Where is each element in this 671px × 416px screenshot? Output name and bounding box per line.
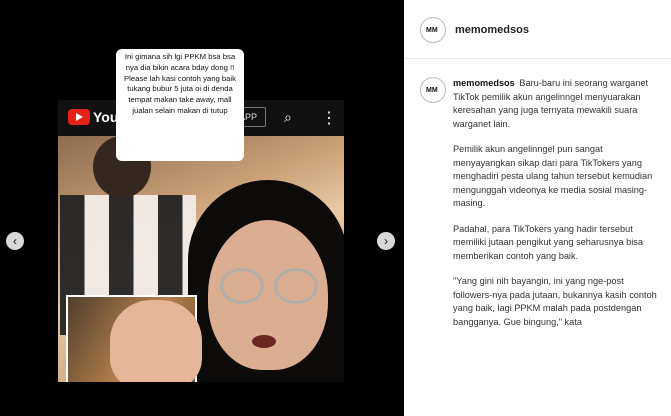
chevron-left-icon: ‹: [13, 234, 17, 248]
post-caption-comment: memomedsos Baru-baru ini seorang wargane…: [453, 77, 663, 341]
caption-paragraph-2: Pemilik akun angelinngel pun sangat meny…: [453, 144, 653, 208]
caption-paragraph-3: Padahal, para TikTokers yang hadir terse…: [453, 223, 643, 261]
glasses-right-lens: [274, 268, 318, 304]
video-caption-overlay: Ini gimana sih lgi PPKM bsa bsa nya dia …: [116, 49, 244, 161]
caption-paragraph-4: "Yang gini nih bayangin, ini yang nge-po…: [453, 276, 657, 327]
next-slide-button[interactable]: ›: [377, 232, 395, 250]
post-detail-panel: MM memomedsos MM memomedsos Baru-baru in…: [404, 0, 671, 416]
youtube-logo-icon: [68, 109, 90, 125]
caption-paragraph-1: memomedsos Baru-baru ini seorang wargane…: [453, 77, 663, 131]
woman-mouth: [252, 335, 276, 348]
previous-slide-button[interactable]: ‹: [6, 232, 24, 250]
comment-avatar[interactable]: MM: [420, 77, 446, 103]
glasses-left-lens: [220, 268, 264, 304]
more-options-icon[interactable]: ⋮: [321, 108, 337, 128]
raised-hand: [110, 300, 202, 382]
post-media-area: YouTube APP ⌕ ⋮ Ini gimana sih lgi PPKM …: [0, 0, 404, 416]
chevron-right-icon: ›: [384, 234, 388, 248]
post-header: MM memomedsos: [404, 0, 671, 59]
avatar-logo-text: MM: [426, 87, 438, 94]
account-avatar[interactable]: MM: [420, 17, 446, 43]
comment-username[interactable]: memomedsos: [453, 78, 515, 88]
search-icon[interactable]: ⌕: [284, 109, 298, 125]
header-username[interactable]: memomedsos: [455, 24, 529, 36]
avatar-logo-text: MM: [426, 27, 438, 34]
